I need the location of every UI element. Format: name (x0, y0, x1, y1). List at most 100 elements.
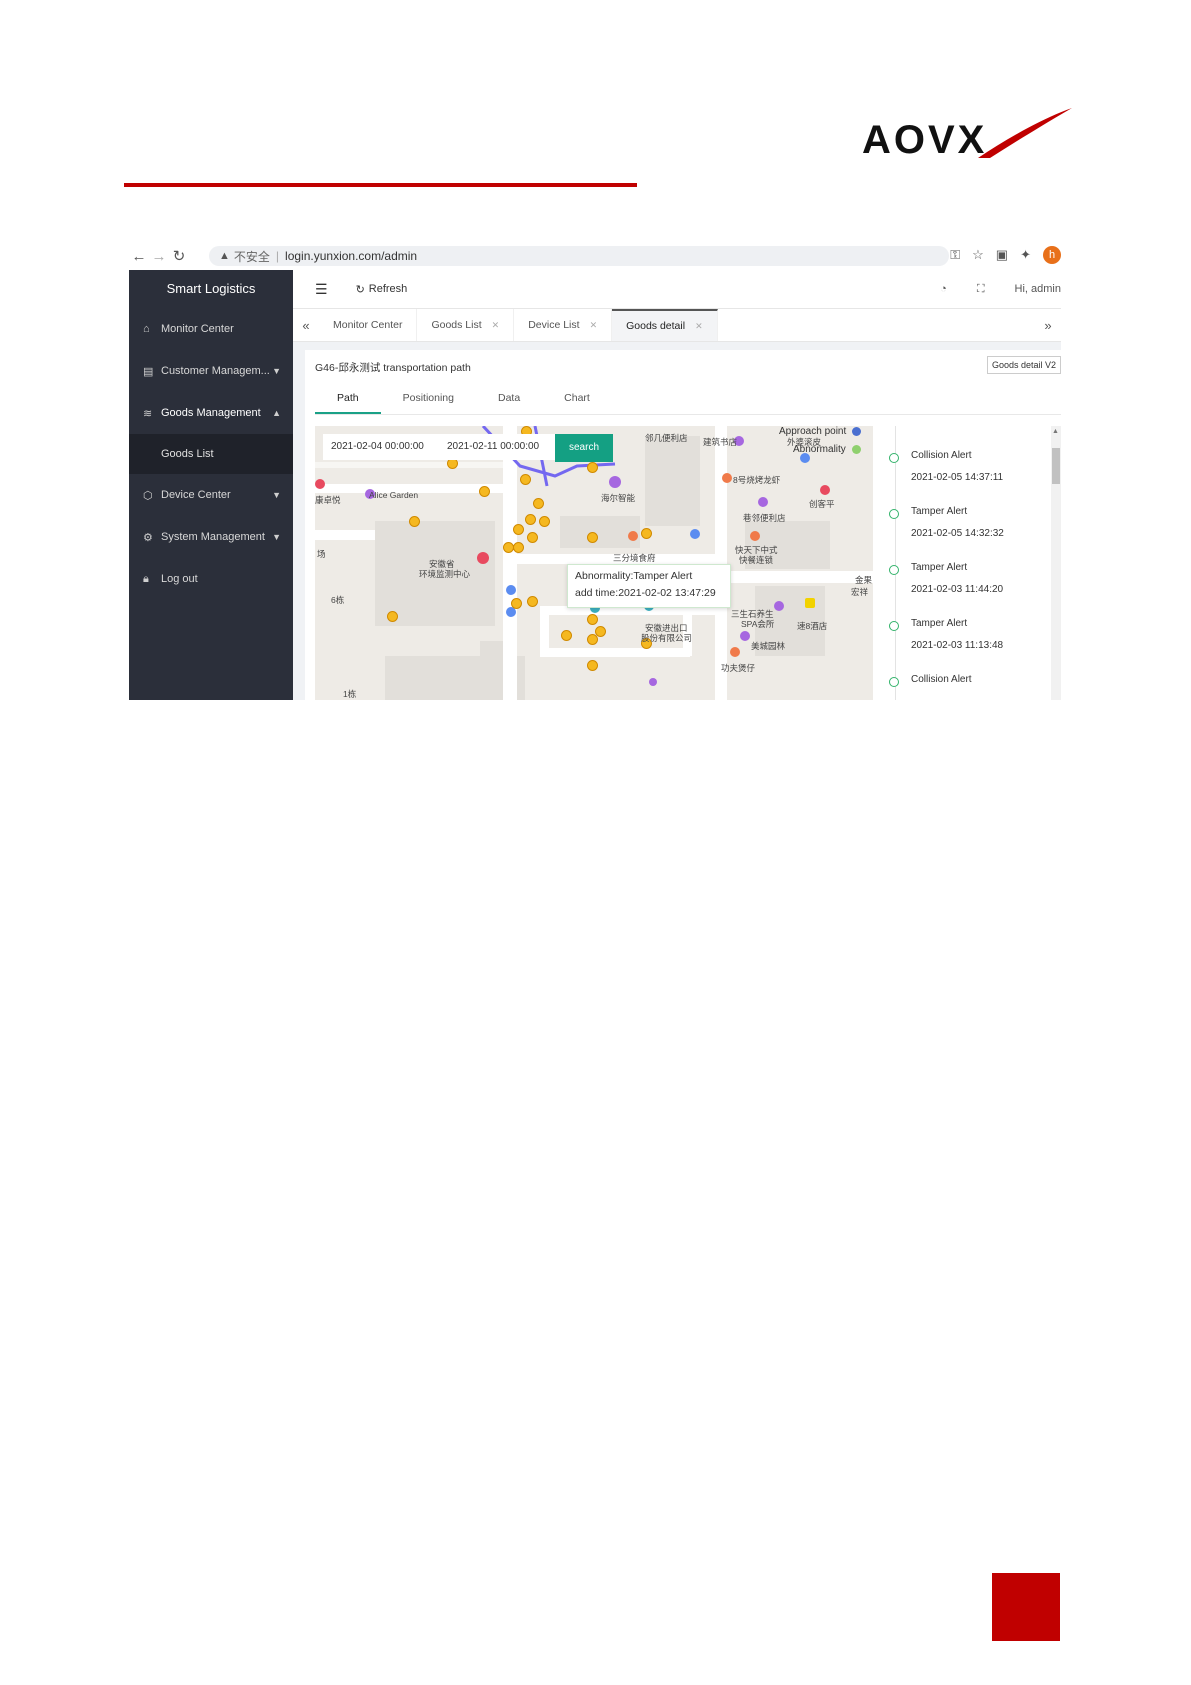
user-greeting[interactable]: Hi, admin (1015, 283, 1061, 295)
menu-toggle-icon[interactable]: ☰ (315, 281, 328, 298)
tab-chart[interactable]: Chart (542, 382, 612, 414)
forward-icon[interactable]: → (149, 248, 169, 265)
timeline-dot (889, 621, 899, 631)
poi-label: Alice Garden (369, 490, 419, 500)
tag-device-list[interactable]: Device List ✕ (514, 309, 613, 341)
refresh-label: Refresh (368, 283, 408, 295)
sidebar-item-label: Monitor Center (161, 323, 234, 335)
alert-marker[interactable] (520, 474, 531, 485)
timeline-time: 2021-02-03 11:44:20 (911, 584, 1004, 595)
search-button[interactable]: search (555, 434, 613, 462)
sidebar: Smart Logistics ⌂ Monitor Center ▤ Custo… (129, 270, 293, 700)
dashboard-icon[interactable]: ◔ (940, 283, 947, 295)
poi-label: 8号烧烤龙虾 (733, 475, 781, 485)
alert-marker[interactable] (409, 516, 420, 527)
alert-marker[interactable] (387, 611, 398, 622)
back-icon[interactable]: ← (129, 248, 149, 265)
sidebar-item-log-out[interactable]: 🔒︎ Log out (129, 558, 293, 600)
poi-label: 环境监测中心 (419, 569, 471, 579)
legend-label: Approach point (779, 426, 847, 437)
timeline-label: Tamper Alert (911, 618, 968, 629)
alert-marker[interactable] (587, 660, 598, 671)
url-text: login.yunxion.com/admin (285, 249, 418, 263)
timeline-label: Collision Alert (911, 674, 972, 685)
alert-marker[interactable] (641, 528, 652, 539)
end-date-input[interactable]: 2021-02-11 00:00:00 (439, 434, 555, 460)
close-icon[interactable]: ✕ (492, 320, 500, 331)
warning-icon: ▲ (219, 250, 230, 262)
tag-goods-detail[interactable]: Goods detail ✕ (612, 309, 718, 341)
alert-marker[interactable] (525, 514, 536, 525)
timeline-dot (889, 677, 899, 687)
reload-icon[interactable]: ↻ (169, 247, 189, 265)
alert-marker[interactable] (587, 614, 598, 625)
logo-swoosh (978, 108, 1072, 158)
bookmark-star-icon[interactable]: ☆ (972, 247, 984, 263)
tag-monitor-center[interactable]: Monitor Center (319, 309, 418, 341)
aovx-logo: AOVX (858, 108, 1076, 162)
scroll-up-icon[interactable]: ▲ (1052, 428, 1059, 435)
scrollbar-thumb[interactable] (1052, 448, 1060, 484)
poi-label: 建筑书店 (703, 437, 738, 447)
close-icon[interactable]: ✕ (695, 321, 703, 332)
alert-marker[interactable] (513, 524, 524, 535)
alert-marker[interactable] (479, 486, 490, 497)
alert-marker[interactable] (561, 630, 572, 641)
poi-label: 金果 (855, 575, 873, 585)
tags-scroll-right-icon[interactable]: » (1035, 309, 1061, 341)
app-screenshot: ← → ↻ ▲ 不安全 | login.yunxion.com/admin ⚿ … (129, 242, 1061, 700)
goods-detail-v2-button[interactable]: Goods detail V2 (986, 356, 1061, 374)
alert-marker[interactable] (511, 598, 522, 609)
close-icon[interactable]: ✕ (590, 320, 598, 331)
topbar-right: ◔ ⛶ Hi, admin (940, 283, 1061, 296)
poi-label: 快餐连锁 (739, 555, 774, 565)
sidebar-item-label: Customer Managem... (161, 365, 270, 377)
layers-icon: ≋ (143, 407, 153, 420)
alert-marker[interactable] (513, 542, 524, 553)
tags-scroll-left-icon[interactable]: « (293, 309, 319, 341)
timeline-line (895, 426, 896, 700)
timeline-scrollbar[interactable]: ▲ (1051, 426, 1061, 700)
sidebar-item-monitor-center[interactable]: ⌂ Monitor Center (129, 308, 293, 350)
path-map[interactable]: Alice Garden 邻几便利店 海尔智能 建筑书店 外婆滚皮 8号烧烤龙虾… (315, 426, 873, 700)
key-icon[interactable]: ⚿ (950, 247, 960, 263)
refresh-button[interactable]: ↻ Refresh (356, 283, 408, 296)
caret-up-icon: ▲ (272, 408, 281, 418)
tab-data[interactable]: Data (476, 382, 542, 414)
url-separator: | (275, 249, 280, 263)
poi-label: 速8酒店 (797, 621, 828, 631)
timeline-time: 2021-02-05 14:37:11 (911, 472, 1004, 483)
profile-avatar[interactable]: h (1043, 246, 1061, 264)
tag-goods-list[interactable]: Goods List ✕ (417, 309, 515, 341)
fullscreen-icon[interactable]: ⛶ (977, 283, 985, 296)
sidebar-subitem-goods-list[interactable]: Goods List (129, 434, 293, 474)
sidebar-item-system-management[interactable]: ⚙ System Management ▼ (129, 516, 293, 558)
poi-label: 功夫煲仔 (721, 663, 756, 673)
extensions-puzzle-icon[interactable]: ✦ (1020, 247, 1031, 263)
sidebar-item-goods-management[interactable]: ≋ Goods Management ▲ (129, 392, 293, 434)
poi-label: 巷邻便利店 (743, 513, 786, 523)
alert-marker[interactable] (527, 532, 538, 543)
alert-timeline[interactable]: Collision Alert 2021-02-05 14:37:11 Tamp… (873, 426, 1061, 700)
pdf-extension-icon[interactable]: ▣ (996, 247, 1008, 263)
sidebar-item-customer-management[interactable]: ▤ Customer Managem... ▼ (129, 350, 293, 392)
timeline-dot (889, 453, 899, 463)
alert-marker[interactable] (533, 498, 544, 509)
alert-marker[interactable] (587, 532, 598, 543)
top-bar: ☰ ↻ Refresh ◔ ⛶ Hi, admin (293, 270, 1061, 308)
tab-path[interactable]: Path (315, 382, 381, 414)
alert-marker[interactable] (539, 516, 550, 527)
caret-down-icon: ▼ (272, 366, 281, 376)
poi-label: 康卓悦 (315, 495, 341, 505)
sidebar-item-device-center[interactable]: ⬡ Device Center ▼ (129, 474, 293, 516)
start-date-input[interactable]: 2021-02-04 00:00:00 (323, 434, 443, 460)
poi-label: 宏祥 (851, 587, 869, 597)
alert-marker[interactable] (587, 634, 598, 645)
address-bar[interactable]: ▲ 不安全 | login.yunxion.com/admin (209, 246, 949, 266)
alert-marker[interactable] (587, 462, 598, 473)
sidebar-title: Smart Logistics (166, 281, 256, 296)
popup-add-time: add time:2021-02-02 13:47:29 (575, 587, 716, 599)
header-rule (124, 183, 637, 187)
tab-positioning[interactable]: Positioning (381, 382, 476, 414)
alert-marker[interactable] (527, 596, 538, 607)
